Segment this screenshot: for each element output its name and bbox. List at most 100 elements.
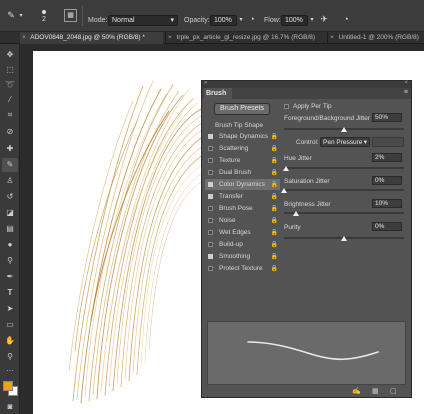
brush-option-item[interactable]: Transfer 🔒 [205,191,280,202]
dodge-tool-icon[interactable]: ⚲ [2,254,18,268]
option-checkbox[interactable] [208,254,213,259]
lock-icon[interactable]: 🔒 [271,228,278,239]
foreground-color-swatch[interactable] [3,381,13,391]
lock-icon[interactable]: 🔒 [271,156,278,167]
brush-option-item[interactable]: Smoothing 🔒 [205,251,280,262]
close-icon[interactable]: × [330,34,334,41]
lasso-tool-icon[interactable]: ➰ [2,78,18,92]
option-checkbox[interactable] [208,242,213,247]
saturation-jitter-slider-track[interactable] [284,189,404,191]
gradient-tool-icon[interactable]: ▤ [2,222,18,236]
lock-icon[interactable]: 🔒 [271,192,278,203]
brush-option-item[interactable]: Noise 🔒 [205,215,280,226]
hue-jitter-value[interactable]: 2% [372,153,402,162]
airbrush-icon[interactable]: ✈ [318,13,330,25]
apply-per-tip-checkbox[interactable] [284,104,289,109]
lock-icon[interactable]: 🔒 [271,144,278,155]
zoom-tool-icon[interactable]: ⚲ [2,350,18,364]
brush-option-item[interactable]: Build-up 🔒 [205,239,280,250]
brush-option-item[interactable]: Brush Pose 🔒 [205,203,280,214]
new-brush-icon[interactable]: ▢ [390,387,397,395]
pen-tool-icon[interactable]: ✒ [2,270,18,284]
brush-option-item[interactable]: Dual Brush 🔒 [205,167,280,178]
panel-menu-icon[interactable]: ≡ [404,89,408,96]
control-select[interactable]: Pen Pressure ▾ [320,137,370,147]
collapse-icon[interactable]: » [204,80,207,86]
option-checkbox[interactable] [208,194,213,199]
pressure-size-icon[interactable]: ◔ [340,13,352,25]
chevron-down-icon[interactable]: ▾ [308,14,316,26]
option-checkbox[interactable] [208,218,213,223]
panel-title-bar[interactable]: » × [202,80,411,88]
brush-tool-icon[interactable]: ✎ [4,9,18,23]
control-extra-field[interactable] [372,137,404,147]
flow-field[interactable]: 100% [281,15,308,26]
brush-option-item[interactable]: Wet Edges 🔒 [205,227,280,238]
tab-trple-px-article[interactable]: × trple_px_article_gl_resize.jpg @ 16.7%… [165,32,325,44]
lock-icon[interactable]: 🔒 [271,252,278,263]
saturation-jitter-value[interactable]: 0% [372,176,402,185]
pressure-opacity-icon[interactable]: ◔ [246,13,258,25]
saturation-jitter-slider-handle[interactable] [281,188,287,193]
close-icon[interactable]: × [168,34,172,41]
marquee-tool-icon[interactable]: ⬚ [2,63,18,77]
toggle-brush-panel-icon[interactable]: ▦ [64,9,77,22]
lock-icon[interactable]: 🔒 [271,132,278,143]
purity-value[interactable]: 0% [372,222,402,231]
option-checkbox[interactable] [208,266,213,271]
lock-icon[interactable]: 🔒 [271,240,278,251]
brush-option-item[interactable]: Scattering 🔒 [205,143,280,154]
hue-jitter-slider-track[interactable] [284,167,404,169]
lock-icon[interactable]: 🔒 [271,264,278,275]
quick-mask-icon[interactable]: ◙ [2,400,18,414]
tab-adov0848[interactable]: × ADOV0848_2048.jpg @ 50% (RGB/8) * [20,32,163,44]
tab-untitled-1[interactable]: × Untitled-1 @ 200% (RGB/8) [327,32,424,44]
fg-bg-jitter-value[interactable]: 50% [372,113,402,122]
shape-tool-icon[interactable]: ▭ [2,318,18,332]
brush-preset-picker[interactable]: 2 [35,6,55,26]
tab-brush[interactable]: Brush [204,88,232,99]
eraser-tool-icon[interactable]: ◪ [2,206,18,220]
lock-icon[interactable]: 🔒 [271,168,278,179]
option-checkbox[interactable] [208,146,213,151]
brush-tip-shape-item[interactable]: Brush Tip Shape [205,120,280,131]
option-checkbox[interactable] [208,134,213,139]
hue-jitter-slider-handle[interactable] [283,166,290,171]
brush-grid-icon[interactable]: ▦ [372,387,379,395]
brush-option-item[interactable]: Shape Dynamics 🔒 [205,131,280,142]
option-checkbox[interactable] [208,182,213,187]
eyedropper-tool-icon[interactable]: ⊘ [2,125,18,139]
option-checkbox[interactable] [208,158,213,163]
quick-select-tool-icon[interactable]: ⁄ [2,93,18,107]
brightness-jitter-slider-track[interactable] [284,212,404,214]
brush-presets-button[interactable]: Brush Presets [214,103,270,115]
type-tool-icon[interactable]: T [2,286,18,300]
blur-tool-icon[interactable]: ● [2,238,18,252]
more-tools-icon[interactable]: ··· [2,364,18,378]
brush-option-item[interactable]: Protect Texture 🔒 [205,263,280,274]
opacity-field[interactable]: 100% [210,15,237,26]
hand-tool-icon[interactable]: ✋ [2,334,18,348]
brightness-jitter-value[interactable]: 10% [372,199,402,208]
brush-tool-icon[interactable]: ✎ [2,158,18,172]
toggle-live-tip-icon[interactable]: ✍ [352,387,361,395]
option-checkbox[interactable] [208,206,213,211]
history-brush-tool-icon[interactable]: ↺ [2,190,18,204]
fg-bg-jitter-slider-handle[interactable] [341,127,347,132]
path-select-tool-icon[interactable]: ➤ [2,302,18,316]
crop-tool-icon[interactable]: ⌗ [2,108,18,122]
lock-icon[interactable]: 🔒 [271,180,278,191]
healing-brush-tool-icon[interactable]: ✚ [2,142,18,156]
lock-icon[interactable]: 🔒 [271,216,278,227]
option-checkbox[interactable] [208,230,213,235]
close-icon[interactable]: × [22,34,26,41]
purity-slider-handle[interactable] [341,236,347,241]
move-tool-icon[interactable]: ✥ [2,48,18,62]
option-checkbox[interactable] [208,170,213,175]
close-panel-icon[interactable]: × [404,80,408,86]
chevron-down-icon[interactable]: ▾ [17,10,25,22]
mode-select[interactable]: Normal ▾ [108,15,178,26]
brush-option-item[interactable]: Texture 🔒 [205,155,280,166]
clone-stamp-tool-icon[interactable]: ♙ [2,174,18,188]
chevron-down-icon[interactable]: ▾ [237,14,245,26]
